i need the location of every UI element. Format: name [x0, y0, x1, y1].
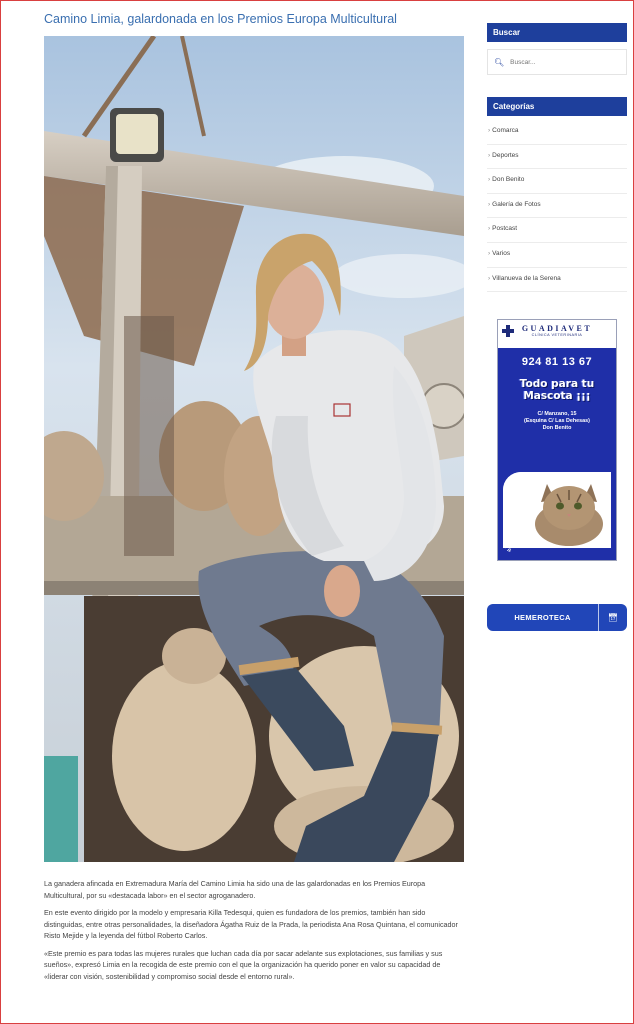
ad-subtitle: CLÍNICA VETERINARIA	[531, 333, 583, 337]
categories-list: › Comarca › Deportes › Don Benito › Galería …	[487, 120, 627, 293]
article-paragraph: «Este premio es para todas las mujeres r…	[44, 948, 443, 981]
divider	[598, 604, 599, 631]
chevron-right-icon: ›	[488, 176, 491, 184]
search-widget-title: Buscar	[487, 23, 627, 42]
calendar-icon[interactable]: 📅︎	[599, 613, 627, 622]
article-paragraph: En este evento dirigido por la modelo y …	[44, 908, 458, 940]
ad-brand: GUADIAVET	[521, 324, 593, 333]
article-title[interactable]: Camino Limia, galardonada en los Premios…	[44, 12, 464, 26]
ad-address-line: Don Benito	[542, 425, 572, 431]
category-item-villanueva-de-la-serena[interactable]: › Villanueva de la Serena	[487, 268, 627, 293]
chevron-right-icon: ›	[488, 151, 491, 159]
article-body: La ganadera afincada en Extremadura Marí…	[44, 878, 464, 988]
category-item-comarca[interactable]: › Comarca	[487, 120, 627, 145]
kitten-illustration	[503, 472, 611, 548]
category-item-galeria-de-fotos[interactable]: › Galería de Fotos	[487, 194, 627, 219]
ad-slogan: Todo para tu Mascota ¡¡¡	[498, 378, 616, 402]
hero-photo-illustration	[44, 36, 464, 862]
chevron-right-icon: ›	[488, 249, 491, 257]
ad-header: GUADIAVET CLÍNICA VETERINARIA	[498, 320, 616, 348]
category-label[interactable]: Postcast	[492, 225, 517, 232]
ad-address: C/ Manzano, 15 (Esquina C/ Las Dehesas) …	[498, 411, 616, 432]
article-paragraph: La ganadera afincada en Extremadura Marí…	[44, 879, 426, 900]
search-box[interactable]: 🔍︎	[487, 49, 627, 75]
paw-icon: 🐾︎	[502, 544, 513, 553]
chevron-right-icon: ›	[488, 127, 491, 134]
sidebar: Buscar 🔍︎ Categorías ›Comarca ›Deportes …	[487, 23, 627, 293]
categories-widget-title: Categorías	[487, 97, 627, 116]
category-label[interactable]: Varios	[492, 250, 510, 257]
search-icon[interactable]: 🔍︎	[494, 58, 504, 67]
category-label[interactable]: Villanueva de la Serena	[492, 275, 561, 282]
category-label[interactable]: Deportes	[492, 152, 518, 159]
ad-address-line: C/ Manzano, 15	[537, 411, 577, 417]
category-label[interactable]: Galería de Fotos	[492, 201, 540, 208]
ad-phone: 924 81 13 67	[521, 356, 593, 368]
chevron-right-icon: ›	[488, 200, 491, 208]
category-item-deportes[interactable]: › Deportes	[487, 145, 627, 170]
category-item-varios[interactable]: › Varios	[487, 243, 627, 268]
clinic-cross-icon	[502, 325, 514, 337]
ad-kitten-image	[503, 472, 611, 548]
chevron-right-icon: ›	[488, 274, 491, 282]
category-label[interactable]: Comarca	[492, 127, 518, 134]
ad-slogan-line: Mascota ¡¡¡	[523, 390, 591, 402]
ad-slogan-line: Todo para tu	[519, 378, 595, 390]
chevron-right-icon: ›	[488, 225, 491, 233]
hemeroteca-label[interactable]: HEMEROTECA	[487, 613, 598, 622]
ad-body: 924 81 13 67 Todo para tu Mascota ¡¡¡ C/…	[498, 348, 616, 560]
category-label[interactable]: Don Benito	[492, 176, 524, 183]
search-input[interactable]	[510, 58, 611, 66]
category-item-don-benito[interactable]: › Don Benito	[487, 169, 627, 194]
ad-address-line: (Esquina C/ Las Dehesas)	[524, 418, 590, 424]
article-hero-image	[44, 36, 464, 862]
category-item-postcast[interactable]: › Postcast	[487, 218, 627, 243]
guadiavet-ad-banner[interactable]: GUADIAVET CLÍNICA VETERINARIA 924 81 13 …	[497, 319, 617, 561]
hemeroteca-button[interactable]: HEMEROTECA 📅︎	[487, 604, 627, 631]
